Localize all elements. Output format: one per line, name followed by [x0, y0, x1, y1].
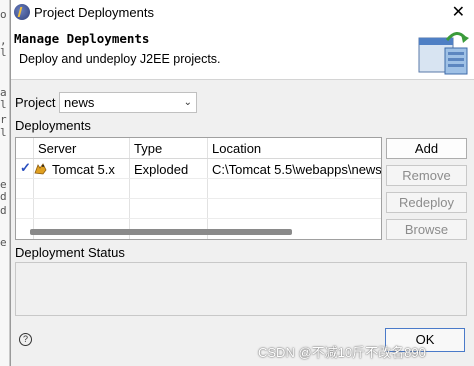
table-row-empty [16, 179, 381, 199]
banner-heading: Manage Deployments [14, 31, 150, 46]
table-row-empty [16, 199, 381, 219]
project-deployments-dialog: Project Deployments ✕ Manage Deployments… [10, 0, 474, 366]
remove-button[interactable]: Remove [386, 165, 467, 186]
eclipse-icon [14, 4, 30, 20]
table-header: Server Type Location [16, 138, 381, 159]
deployment-status-area [15, 262, 467, 316]
deployment-status-label: Deployment Status [15, 245, 125, 260]
add-button[interactable]: Add [386, 138, 467, 159]
horizontal-scrollbar[interactable] [30, 229, 292, 235]
wizard-banner: Manage Deployments Deploy and undeploy J… [11, 24, 474, 80]
banner-description: Deploy and undeploy J2EE projects. [19, 52, 221, 66]
cell-server: Tomcat 5.x [52, 162, 115, 177]
cell-type: Exploded [134, 162, 189, 177]
deploy-wizard-icon [418, 32, 469, 75]
column-header-type[interactable]: Type [134, 141, 162, 156]
watermark-text: CSDN @不减10斤不改名890 [258, 345, 426, 360]
browse-button[interactable]: Browse [386, 219, 467, 240]
project-select-value: news [64, 95, 95, 110]
title-bar: Project Deployments ✕ [11, 0, 474, 24]
redeploy-button[interactable]: Redeploy [386, 192, 467, 213]
close-button[interactable]: ✕ [452, 2, 465, 22]
chevron-down-icon: ⌄ [183, 97, 192, 108]
project-select[interactable]: news ⌄ [59, 92, 197, 113]
cell-location: C:\Tomcat 5.5\webapps\news [212, 162, 382, 177]
project-label: Project [15, 95, 56, 110]
column-header-location[interactable]: Location [212, 141, 261, 156]
deployments-label: Deployments [15, 118, 91, 133]
table-row[interactable]: ✓ Tomcat 5.x Exploded C:\Tomcat 5.5\weba… [16, 159, 381, 179]
editor-fragment: o , l a l r l e d d e [0, 0, 10, 366]
window-title: Project Deployments [34, 4, 154, 20]
tomcat-icon [34, 163, 47, 175]
checkmark-icon: ✓ [20, 160, 31, 175]
deployments-table[interactable]: Server Type Location ✓ Tomcat 5.x Explod… [15, 137, 382, 240]
column-header-server[interactable]: Server [38, 141, 76, 156]
help-icon[interactable]: ? [19, 333, 32, 346]
